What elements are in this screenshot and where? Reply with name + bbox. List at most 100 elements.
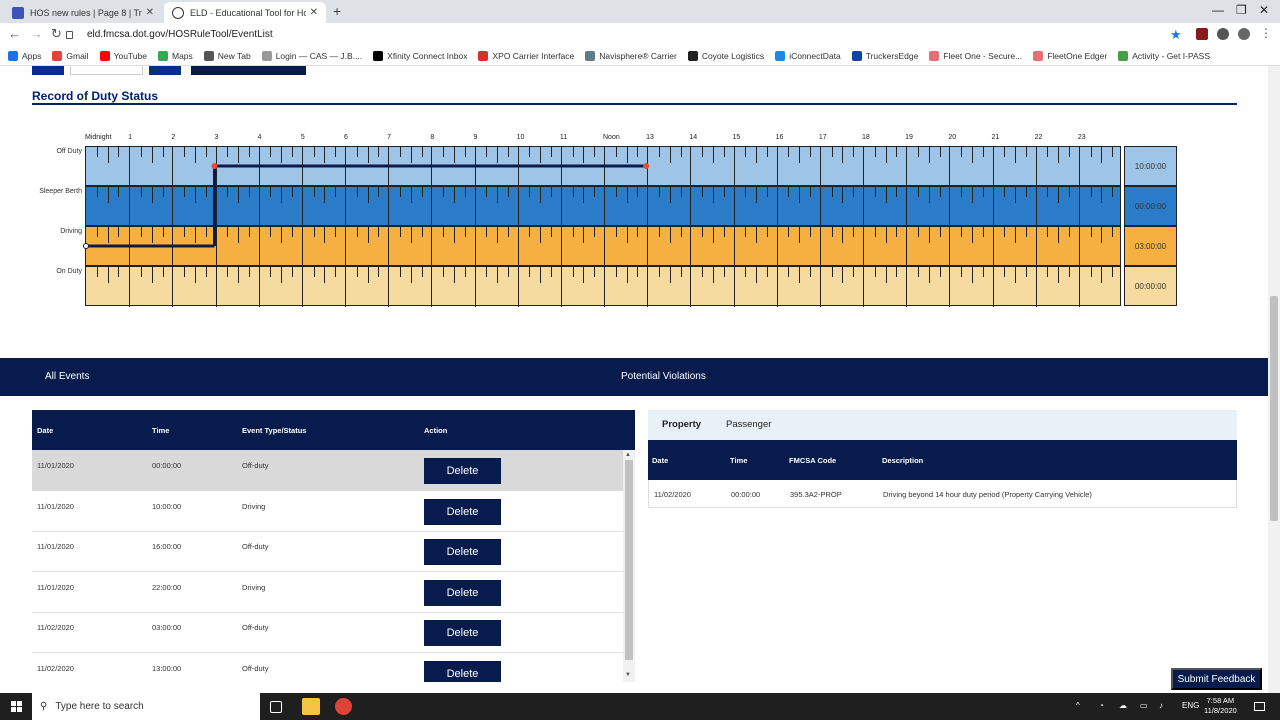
- shield-icon: [12, 6, 24, 19]
- xfinity-icon: [373, 50, 384, 61]
- tab-potential-violations[interactable]: Potential Violations: [621, 371, 706, 382]
- bookmark-star-icon[interactable]: ★: [1170, 27, 1182, 43]
- menu-icon[interactable]: ⋮: [1260, 26, 1272, 40]
- taskbar-search[interactable]: ⚲ Type here to search: [32, 693, 260, 720]
- windows-start-icon[interactable]: [11, 701, 22, 712]
- table-row[interactable]: 11/01/2020 00:00:00 Off-duty Delete: [32, 450, 623, 491]
- header-date: Date: [652, 456, 669, 465]
- title-divider: [32, 103, 1237, 105]
- file-explorer-icon[interactable]: [302, 698, 320, 715]
- delete-button[interactable]: Delete: [424, 579, 501, 606]
- chrome-icon[interactable]: [335, 698, 352, 715]
- bookmark-label: YouTube: [113, 50, 147, 61]
- tray-chevron-icon[interactable]: ^: [1076, 701, 1080, 710]
- notifications-icon[interactable]: [1254, 702, 1265, 711]
- delete-button[interactable]: Delete: [424, 458, 501, 484]
- battery-icon[interactable]: ▭: [1140, 701, 1148, 710]
- extensions-icon[interactable]: [1217, 28, 1229, 40]
- new-tab-button[interactable]: +: [333, 3, 341, 19]
- bookmark-gmail[interactable]: Gmail: [52, 50, 89, 61]
- url-field[interactable]: eld.fmcsa.dot.gov/HOSRuleTool/EventList: [66, 29, 273, 40]
- tab-all-events[interactable]: All Events: [45, 371, 89, 382]
- hour-label: 15: [732, 134, 741, 141]
- event-type: Off-duty: [242, 623, 269, 633]
- fleetone-icon: [929, 50, 940, 61]
- reload-icon[interactable]: ↻: [51, 26, 62, 42]
- apps-icon: [8, 50, 18, 61]
- event-type: Off-duty: [242, 542, 269, 552]
- bookmark-globe[interactable]: New Tab: [203, 50, 251, 61]
- table-row[interactable]: 11/02/2020 13:00:00 Off-duty Delete: [32, 653, 623, 682]
- close-icon[interactable]: ✕: [310, 7, 318, 18]
- event-time: 10:00:00: [152, 501, 182, 511]
- delete-button[interactable]: Delete: [424, 498, 501, 525]
- fleetone-icon: [1033, 50, 1044, 61]
- scroll-thumb[interactable]: [1270, 296, 1278, 521]
- bookmarks-bar: Apps Gmail YouTube Maps New Tab Login — CAS —…: [0, 46, 1280, 66]
- page-scrollbar[interactable]: [1268, 66, 1280, 693]
- network-icon[interactable]: ◔: [1099, 701, 1104, 710]
- duty-marker[interactable]: [643, 163, 650, 169]
- avatar[interactable]: [1238, 28, 1250, 40]
- scroll-thumb[interactable]: [625, 460, 633, 660]
- bookmark-iconnect[interactable]: iConnectData: [775, 50, 841, 61]
- table-row[interactable]: 11/01/2020 16:00:00 Off-duty Delete: [32, 531, 623, 573]
- bookmark-maps[interactable]: Maps: [157, 50, 193, 61]
- table-row[interactable]: 11/02/2020 03:00:00 Off-duty Delete: [32, 612, 623, 654]
- top-button-stub: [32, 66, 64, 75]
- delete-button[interactable]: Delete: [424, 620, 501, 647]
- close-window-icon[interactable]: ✕: [1259, 3, 1269, 17]
- event-type: Driving: [242, 582, 266, 592]
- volume-icon[interactable]: ♪: [1159, 701, 1163, 710]
- minimize-icon[interactable]: —: [1212, 3, 1224, 17]
- onedrive-icon[interactable]: ☁: [1119, 701, 1127, 710]
- task-view-icon[interactable]: [270, 701, 282, 713]
- back-icon[interactable]: ←: [8, 26, 21, 41]
- restore-icon[interactable]: ❐: [1236, 3, 1247, 17]
- hour-label: 11: [559, 134, 568, 141]
- tab-property[interactable]: Property: [662, 419, 701, 430]
- hour-label: 19: [905, 134, 913, 141]
- tab-passenger[interactable]: Passenger: [726, 419, 771, 430]
- language-indicator[interactable]: ENG: [1182, 701, 1199, 710]
- duty-marker[interactable]: [211, 163, 218, 169]
- event-date: 11/02/2020: [37, 664, 74, 673]
- events-scrollbar[interactable]: ▲ ▼: [623, 450, 635, 682]
- bookmark-jb[interactable]: Login — CAS — J.B....: [261, 50, 362, 61]
- table-row[interactable]: 11/01/2020 22:00:00 Driving Delete: [32, 572, 623, 613]
- violation-description: Driving beyond 14 hour duty period (Prop…: [883, 490, 1092, 499]
- hour-label: 10: [516, 134, 525, 141]
- scroll-up-icon[interactable]: ▲: [625, 452, 631, 458]
- event-type: Driving: [242, 501, 266, 511]
- bookmark-fleetone[interactable]: Fleet One - Secure...: [929, 50, 1022, 61]
- clock[interactable]: 7:58 AM 11/8/2020: [1204, 696, 1237, 716]
- bookmark-coyote[interactable]: Coyote Logistics: [687, 50, 764, 61]
- delete-button[interactable]: Delete: [424, 661, 501, 682]
- hour-label: 16: [775, 134, 784, 141]
- duty-start-marker[interactable]: [83, 243, 89, 249]
- top-input-stub: [70, 66, 143, 75]
- event-type: Off-duty: [242, 461, 269, 470]
- browser-tab-hos[interactable]: HOS new rules | Page 8 | Truckers ✕: [4, 2, 162, 23]
- submit-feedback-button[interactable]: Submit Feedback: [1171, 668, 1262, 690]
- bookmark-apps[interactable]: Apps: [8, 50, 41, 61]
- header-code: FMCSA Code: [789, 456, 837, 465]
- header-description: Description: [882, 456, 924, 465]
- bookmark-navisphere[interactable]: Navisphere® Carrier: [585, 50, 677, 61]
- bookmark-xpo[interactable]: XPO Carrier Interface: [478, 50, 574, 61]
- bookmark-youtube[interactable]: YouTube: [99, 50, 147, 61]
- scroll-down-icon[interactable]: ▼: [625, 672, 631, 678]
- table-row[interactable]: 11/01/2020 10:00:00 Driving Delete: [32, 491, 623, 532]
- close-icon[interactable]: ✕: [146, 7, 154, 18]
- hour-label: 9: [473, 134, 478, 141]
- bookmark-fleetone[interactable]: FleetOne Edger: [1033, 50, 1107, 61]
- bookmark-truckersedge[interactable]: TruckersEdge: [851, 50, 918, 61]
- row-label: Sleeper Berth: [39, 188, 82, 195]
- pdf-extension-icon[interactable]: [1196, 28, 1208, 40]
- delete-button[interactable]: Delete: [424, 539, 501, 566]
- bookmark-ipass[interactable]: Activity - Get I-PASS: [1118, 50, 1210, 61]
- bookmark-xfinity[interactable]: Xfinity Connect Inbox: [373, 50, 467, 61]
- forward-icon[interactable]: →: [30, 26, 43, 41]
- violations-tabs: Property Passenger: [648, 410, 1237, 440]
- browser-tab-eld[interactable]: ELD - Educational Tool for Hours ✕: [164, 2, 326, 23]
